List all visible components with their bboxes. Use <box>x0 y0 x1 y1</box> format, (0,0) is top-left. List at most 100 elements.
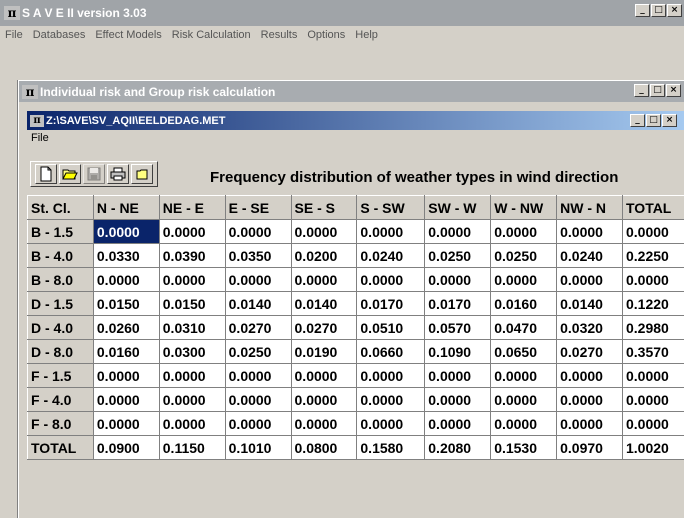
table-cell[interactable]: 0.0000 <box>623 220 684 244</box>
table-cell[interactable]: 0.0000 <box>623 412 684 436</box>
table-cell[interactable]: 0.3570 <box>623 340 684 364</box>
table-cell[interactable]: 0.0270 <box>225 316 291 340</box>
table-cell[interactable]: 0.0140 <box>291 292 357 316</box>
menu-help[interactable]: Help <box>350 29 383 41</box>
table-cell[interactable]: 0.0000 <box>357 268 425 292</box>
menu-results[interactable]: Results <box>256 29 303 41</box>
table-cell[interactable]: 0.0000 <box>291 364 357 388</box>
table-cell[interactable]: 0.0650 <box>491 340 557 364</box>
maximize-icon[interactable]: □ <box>651 4 666 17</box>
table-cell[interactable]: 0.0000 <box>159 268 225 292</box>
table-cell[interactable]: 0.1530 <box>491 436 557 460</box>
table-cell[interactable]: 0.0000 <box>291 268 357 292</box>
table-cell[interactable]: 0.0270 <box>291 316 357 340</box>
menu-databases[interactable]: Databases <box>28 29 91 41</box>
table-cell[interactable]: 0.0000 <box>291 412 357 436</box>
table-cell[interactable]: 0.0570 <box>425 316 491 340</box>
table-cell[interactable]: 0.0000 <box>357 412 425 436</box>
table-cell[interactable]: 0.0000 <box>225 412 291 436</box>
table-cell[interactable]: 0.0170 <box>357 292 425 316</box>
table-cell[interactable]: 0.0470 <box>491 316 557 340</box>
table-cell[interactable]: 0.0970 <box>557 436 623 460</box>
table-cell[interactable]: 0.0000 <box>491 220 557 244</box>
table-cell[interactable]: 0.0300 <box>159 340 225 364</box>
maximize-icon[interactable]: □ <box>650 84 665 97</box>
table-cell[interactable]: 0.0140 <box>557 292 623 316</box>
menu-risk-calculation[interactable]: Risk Calculation <box>167 29 256 41</box>
table-cell[interactable]: 0.0000 <box>93 220 159 244</box>
table-cell[interactable]: 0.0000 <box>357 388 425 412</box>
table-cell[interactable]: 0.0200 <box>291 244 357 268</box>
table-cell[interactable]: 0.0000 <box>225 268 291 292</box>
table-cell[interactable]: 0.0150 <box>93 292 159 316</box>
table-cell[interactable]: 0.0000 <box>425 268 491 292</box>
table-cell[interactable]: 0.1090 <box>425 340 491 364</box>
table-cell[interactable]: 0.0250 <box>491 244 557 268</box>
table-cell[interactable]: 1.0020 <box>623 436 684 460</box>
table-cell[interactable]: 0.0190 <box>291 340 357 364</box>
table-cell[interactable]: 0.0150 <box>159 292 225 316</box>
table-cell[interactable]: 0.0390 <box>159 244 225 268</box>
new-file-icon[interactable] <box>35 164 57 184</box>
table-cell[interactable]: 0.0000 <box>425 364 491 388</box>
table-cell[interactable]: 0.0000 <box>491 412 557 436</box>
table-cell[interactable]: 0.0170 <box>425 292 491 316</box>
table-cell[interactable]: 0.0160 <box>93 340 159 364</box>
table-cell[interactable]: 0.0240 <box>557 244 623 268</box>
table-cell[interactable]: 0.1010 <box>225 436 291 460</box>
table-cell[interactable]: 0.0000 <box>623 388 684 412</box>
table-cell[interactable]: 0.0510 <box>357 316 425 340</box>
table-cell[interactable]: 0.0000 <box>491 268 557 292</box>
table-cell[interactable]: 0.0000 <box>425 412 491 436</box>
table-cell[interactable]: 0.0000 <box>491 364 557 388</box>
table-cell[interactable]: 0.0000 <box>623 364 684 388</box>
open-folder-icon[interactable] <box>59 164 81 184</box>
maximize-icon[interactable]: □ <box>646 114 661 127</box>
menu-options[interactable]: Options <box>302 29 350 41</box>
table-cell[interactable]: 0.0000 <box>557 364 623 388</box>
table-cell[interactable]: 0.1150 <box>159 436 225 460</box>
table-cell[interactable]: 0.0000 <box>357 364 425 388</box>
minimize-icon[interactable]: _ <box>630 114 645 127</box>
table-cell[interactable]: 0.0000 <box>425 388 491 412</box>
table-cell[interactable]: 0.0330 <box>93 244 159 268</box>
table-cell[interactable]: 0.0000 <box>159 364 225 388</box>
print-icon[interactable] <box>107 164 129 184</box>
table-cell[interactable]: 0.0000 <box>225 364 291 388</box>
close-icon[interactable]: × <box>667 4 682 17</box>
minimize-icon[interactable]: _ <box>634 84 649 97</box>
menu-effect-models[interactable]: Effect Models <box>90 29 166 41</box>
table-cell[interactable]: 0.0140 <box>225 292 291 316</box>
table-cell[interactable]: 0.0000 <box>159 220 225 244</box>
table-cell[interactable]: 0.0260 <box>93 316 159 340</box>
table-cell[interactable]: 0.0000 <box>557 220 623 244</box>
blank-icon[interactable] <box>131 164 153 184</box>
table-cell[interactable]: 0.0000 <box>93 412 159 436</box>
close-icon[interactable]: × <box>662 114 677 127</box>
close-icon[interactable]: × <box>666 84 681 97</box>
menu-file[interactable]: File <box>0 29 28 41</box>
table-cell[interactable]: 0.0000 <box>159 412 225 436</box>
table-cell[interactable]: 0.0000 <box>225 388 291 412</box>
table-cell[interactable]: 0.0000 <box>93 364 159 388</box>
table-cell[interactable]: 0.0000 <box>291 388 357 412</box>
table-cell[interactable]: 0.0310 <box>159 316 225 340</box>
table-cell[interactable]: 0.2980 <box>623 316 684 340</box>
table-cell[interactable]: 0.1220 <box>623 292 684 316</box>
table-cell[interactable]: 0.0000 <box>623 268 684 292</box>
table-cell[interactable]: 0.0350 <box>225 244 291 268</box>
table-cell[interactable]: 0.0000 <box>557 268 623 292</box>
table-cell[interactable]: 0.0660 <box>357 340 425 364</box>
table-cell[interactable]: 0.0250 <box>225 340 291 364</box>
table-cell[interactable]: 0.0240 <box>357 244 425 268</box>
table-cell[interactable]: 0.0000 <box>159 388 225 412</box>
table-cell[interactable]: 0.0000 <box>93 388 159 412</box>
table-cell[interactable]: 0.0000 <box>225 220 291 244</box>
table-cell[interactable]: 0.0320 <box>557 316 623 340</box>
minimize-icon[interactable]: _ <box>635 4 650 17</box>
table-cell[interactable]: 0.2250 <box>623 244 684 268</box>
table-cell[interactable]: 0.0000 <box>557 388 623 412</box>
table-cell[interactable]: 0.0900 <box>93 436 159 460</box>
table-cell[interactable]: 0.0000 <box>425 220 491 244</box>
table-cell[interactable]: 0.0000 <box>491 388 557 412</box>
